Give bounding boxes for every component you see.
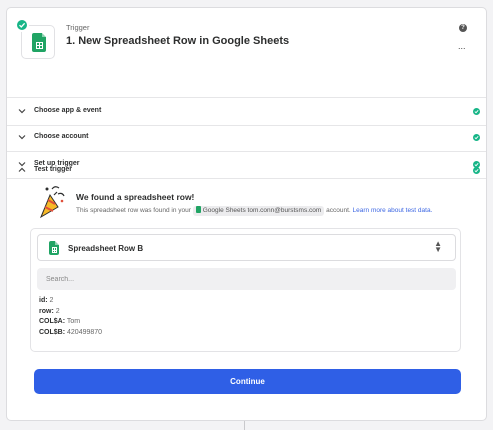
field-key: row:: [39, 307, 54, 315]
google-sheets-icon: [195, 206, 201, 213]
section-choose-app-event[interactable]: Choose app & event: [7, 99, 486, 125]
account-chip-label: Google Sheets tom.conn@burstsms.com: [202, 207, 322, 214]
field-row: row: 2: [39, 307, 102, 318]
continue-button[interactable]: Continue: [34, 369, 461, 394]
search-input[interactable]: [37, 268, 456, 290]
description-text: account.: [326, 207, 351, 214]
record-select-value: Spreadsheet Row B: [68, 244, 144, 253]
check-circle-icon: [15, 18, 29, 32]
step-kind-label: Trigger: [66, 23, 90, 32]
help-icon[interactable]: ?: [459, 24, 467, 32]
zap-step-card: Trigger 1. New Spreadsheet Row in Google…: [6, 7, 487, 421]
check-circle-icon: [473, 108, 480, 115]
scroll-indicator: [244, 421, 245, 430]
field-row: COL$B: 420499870: [39, 328, 102, 339]
check-circle-icon: [473, 134, 480, 141]
test-result-description: This spreadsheet row was found in your G…: [76, 204, 476, 218]
field-key: COL$A:: [39, 318, 66, 325]
section-label: Choose app & event: [34, 107, 102, 114]
section-label: Choose account: [34, 133, 89, 140]
more-options-icon[interactable]: ...: [458, 41, 466, 51]
field-value: 2: [49, 297, 54, 304]
field-value: 420499870: [67, 328, 103, 336]
field-key: id:: [39, 297, 48, 304]
google-sheets-icon: [49, 241, 59, 255]
chevron-down-icon: [18, 135, 26, 140]
step-header[interactable]: Trigger 1. New Spreadsheet Row in Google…: [7, 8, 486, 68]
field-row: id: 2: [39, 296, 102, 307]
test-result-message: We found a spreadsheet row! This spreads…: [38, 181, 468, 231]
learn-more-link[interactable]: Learn more about test data.: [353, 207, 433, 214]
step-title[interactable]: 1. New Spreadsheet Row in Google Sheets: [66, 35, 289, 47]
field-value: 2: [55, 307, 60, 315]
record-select[interactable]: Spreadsheet Row B ▲ ▼: [37, 234, 456, 261]
divider: [7, 97, 486, 98]
sample-record-panel: Spreadsheet Row B ▲▼ id: 2 row: 2 COL$A:…: [30, 228, 461, 352]
field-row: COL$A: Tom: [39, 317, 102, 328]
check-circle-icon: [473, 167, 480, 174]
party-popper-icon: [39, 186, 65, 219]
chevron-up-icon: [18, 167, 26, 172]
record-fields: id: 2 row: 2 COL$A: Tom COL$B: 420499870: [39, 296, 102, 338]
account-chip: Google Sheets tom.conn@burstsms.com: [192, 206, 325, 216]
section-choose-account[interactable]: Choose account: [7, 125, 486, 151]
field-value: Tom: [66, 318, 81, 325]
section-label: Test trigger: [34, 166, 72, 173]
field-key: COL$B:: [39, 328, 66, 336]
chevron-down-icon: [18, 109, 26, 114]
description-text: This spreadsheet row was found in your: [76, 207, 191, 214]
google-sheets-icon: [32, 33, 46, 52]
chevron-updown-icon: ▲ ▼: [434, 239, 442, 254]
test-result-title: We found a spreadsheet row!: [76, 192, 195, 202]
